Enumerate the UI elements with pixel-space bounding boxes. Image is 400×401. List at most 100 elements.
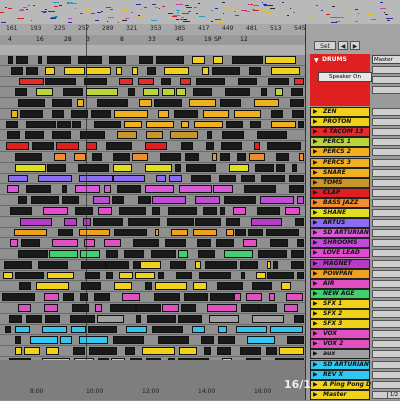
track-fold-icon[interactable]: ▶: [313, 179, 318, 187]
track-fold-icon[interactable]: ▶: [313, 300, 318, 308]
clip[interactable]: [260, 88, 268, 97]
clip[interactable]: [79, 228, 110, 237]
clip[interactable]: [106, 271, 113, 280]
clip[interactable]: [94, 120, 121, 129]
clip[interactable]: [206, 131, 213, 140]
clip[interactable]: [210, 293, 234, 301]
clip[interactable]: [161, 303, 179, 312]
clip[interactable]: [4, 325, 11, 334]
clip[interactable]: [225, 88, 250, 97]
clip[interactable]: [111, 196, 125, 204]
clip[interactable]: [9, 239, 18, 248]
clip[interactable]: [80, 131, 106, 140]
clip[interactable]: [160, 77, 171, 86]
clip[interactable]: [251, 217, 283, 226]
clip[interactable]: [244, 185, 277, 194]
clip[interactable]: [294, 77, 304, 86]
track-fold-icon[interactable]: ▶: [313, 159, 318, 167]
clip[interactable]: [257, 131, 288, 140]
clip[interactable]: [59, 336, 72, 345]
clip[interactable]: [26, 185, 52, 194]
clip[interactable]: [167, 217, 195, 226]
clip[interactable]: [38, 260, 69, 269]
clip[interactable]: [266, 260, 271, 269]
clip[interactable]: [169, 131, 198, 140]
clip[interactable]: [146, 314, 176, 323]
track-fold-icon[interactable]: ▶: [313, 199, 318, 207]
clip[interactable]: [285, 293, 303, 301]
clip[interactable]: [229, 163, 250, 172]
track-fold-icon[interactable]: ▶: [313, 189, 318, 197]
clip[interactable]: [245, 293, 263, 301]
clip[interactable]: [18, 99, 46, 107]
arrangement-lane[interactable]: [0, 270, 305, 282]
clip[interactable]: [164, 66, 189, 75]
track-routing-select[interactable]: [372, 370, 400, 379]
clip[interactable]: [131, 66, 139, 75]
clip[interactable]: [6, 185, 20, 194]
clip[interactable]: [226, 120, 244, 129]
clip[interactable]: [192, 282, 207, 291]
clip[interactable]: [72, 347, 86, 355]
clip[interactable]: [73, 153, 87, 161]
clip[interactable]: [104, 185, 112, 194]
input-routing-select[interactable]: [372, 66, 400, 74]
clip[interactable]: [184, 293, 209, 301]
clip[interactable]: [112, 174, 145, 183]
track-fold-icon[interactable]: ▶: [313, 108, 318, 116]
clip[interactable]: [135, 271, 156, 280]
clip[interactable]: [175, 271, 192, 280]
locator-marker[interactable]: 8: [120, 35, 124, 44]
clip[interactable]: [238, 77, 257, 86]
clip[interactable]: [133, 239, 159, 248]
track-routing-select[interactable]: [372, 118, 400, 127]
clip[interactable]: [170, 228, 188, 237]
arrangement-lane[interactable]: [0, 162, 305, 174]
arrangement-lane[interactable]: [0, 195, 305, 206]
next-locator-button[interactable]: ▶: [350, 41, 360, 50]
clip[interactable]: [87, 325, 118, 334]
clip[interactable]: [250, 120, 262, 129]
track-fold-icon[interactable]: ▶: [313, 148, 318, 156]
track-routing-select[interactable]: [372, 239, 400, 248]
clip[interactable]: [216, 239, 234, 248]
arrangement-lane[interactable]: [0, 55, 305, 66]
clip[interactable]: [197, 250, 215, 258]
track-fold-icon[interactable]: ▶: [313, 260, 318, 268]
clip[interactable]: [180, 120, 189, 129]
track-fold-icon[interactable]: ▶: [313, 229, 318, 237]
clip[interactable]: [51, 99, 72, 107]
clip[interactable]: [140, 260, 161, 269]
clip[interactable]: [145, 120, 175, 129]
clip[interactable]: [251, 282, 273, 291]
clip[interactable]: [231, 56, 264, 64]
arrangement-lane[interactable]: [0, 313, 305, 325]
arrangement-lane[interactable]: [0, 173, 305, 185]
clip[interactable]: [248, 228, 263, 237]
clip[interactable]: [131, 153, 149, 161]
clip[interactable]: [96, 314, 124, 323]
clip[interactable]: [109, 56, 126, 64]
track-routing-select[interactable]: [372, 289, 400, 298]
clip[interactable]: [193, 120, 224, 129]
track-fold-icon[interactable]: ▶: [313, 361, 318, 369]
clip[interactable]: [224, 196, 256, 204]
monitor-routing-select[interactable]: [372, 86, 400, 94]
clip[interactable]: [196, 77, 226, 86]
clip[interactable]: [117, 185, 142, 194]
clip[interactable]: [56, 142, 80, 151]
clip[interactable]: [218, 325, 227, 334]
arrangement-lane[interactable]: [0, 141, 305, 153]
arrangement-lane[interactable]: [0, 292, 305, 303]
clip[interactable]: [270, 109, 284, 118]
track-title-bar[interactable]: [310, 329, 370, 340]
clip[interactable]: [152, 325, 184, 334]
clip[interactable]: [213, 56, 223, 64]
clip[interactable]: [292, 163, 297, 172]
clip[interactable]: [26, 66, 38, 75]
clip[interactable]: [44, 293, 59, 301]
clip[interactable]: [97, 99, 129, 107]
track-routing-select[interactable]: [372, 380, 400, 389]
clip[interactable]: [203, 109, 229, 118]
clip[interactable]: [248, 153, 266, 161]
